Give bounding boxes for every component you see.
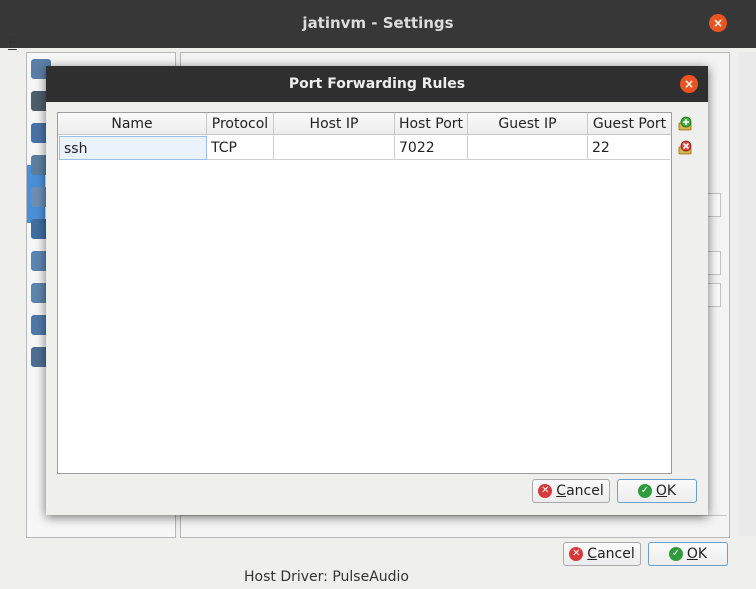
cell-host-port[interactable]: 7022 <box>395 136 468 160</box>
host-driver-label: Host Driver: PulseAudio <box>244 569 409 585</box>
ok-mnemonic: O <box>655 483 667 499</box>
settings-ok-button[interactable]: ✓ OK <box>648 542 728 566</box>
settings-cancel-button[interactable]: ✕ Cancel <box>563 542 641 566</box>
settings-title: jatinvm - Settings <box>302 14 454 32</box>
settings-scrollbar[interactable] <box>738 52 756 536</box>
dialog-ok-button[interactable]: ✓ OK <box>617 479 697 503</box>
column-header-name[interactable]: Name <box>58 113 207 135</box>
dialog-title: Port Forwarding Rules <box>288 76 466 92</box>
column-header-host-port[interactable]: Host Port <box>395 113 468 135</box>
cell-protocol[interactable]: TCP <box>207 136 274 160</box>
menu-file[interactable]: F <box>8 34 17 52</box>
cancel-icon: ✕ <box>538 484 553 498</box>
column-header-protocol[interactable]: Protocol <box>207 113 274 135</box>
cell-name[interactable]: ssh <box>59 136 207 160</box>
cell-guest-ip[interactable] <box>468 136 588 160</box>
cancel-icon: ✕ <box>569 547 584 561</box>
cancel-label: ancel <box>566 483 604 499</box>
dialog-cancel-button[interactable]: ✕ Cancel <box>532 479 610 503</box>
port-forwarding-dialog: Port Forwarding Rules × Name Protocol Ho… <box>46 66 708 515</box>
column-header-guest-port[interactable]: Guest Port <box>588 113 671 135</box>
ok-label: K <box>697 546 708 562</box>
cancel-mnemonic: C <box>587 546 598 562</box>
background-panel-footer <box>181 515 727 536</box>
ok-icon: ✓ <box>668 547 683 561</box>
port-forwarding-table[interactable]: Name Protocol Host IP Host Port Guest IP… <box>57 112 672 474</box>
dialog-close-icon[interactable]: × <box>680 75 698 93</box>
cell-host-ip[interactable] <box>274 136 395 160</box>
column-header-host-ip[interactable]: Host IP <box>274 113 395 135</box>
remove-rule-icon[interactable] <box>677 140 693 156</box>
settings-close-icon[interactable]: × <box>709 14 727 32</box>
cancel-mnemonic: C <box>556 483 567 499</box>
cancel-label: ancel <box>597 546 635 562</box>
add-rule-icon[interactable] <box>677 116 693 132</box>
cell-guest-port[interactable]: 22 <box>588 136 670 160</box>
column-header-guest-ip[interactable]: Guest IP <box>468 113 588 135</box>
ok-label: K <box>666 483 677 499</box>
ok-mnemonic: O <box>686 546 698 562</box>
ok-icon: ✓ <box>637 484 652 498</box>
